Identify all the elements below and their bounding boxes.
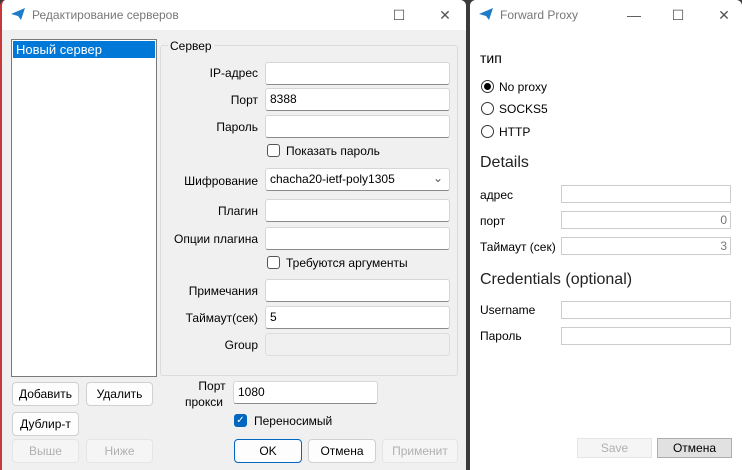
duplicate-button[interactable]: Дублир-т (12, 412, 79, 436)
cancel-button[interactable]: Отмена (308, 439, 376, 463)
proxy-port-label-line1: Порт (198, 379, 226, 393)
radio-no-proxy[interactable] (481, 80, 494, 93)
cipher-value: chacha20-ietf-poly1305 (270, 172, 395, 186)
timeout-label: Таймаут (сек) (480, 240, 556, 254)
title-bar: Редактирование серверов ☐ ✕ (2, 0, 466, 30)
port-input[interactable]: 8388 (265, 88, 450, 111)
group-title: Сервер (168, 39, 214, 53)
cancel-button[interactable]: Отмена (657, 438, 732, 458)
address-input[interactable] (561, 185, 731, 203)
cipher-label: Шифрование (184, 174, 258, 188)
port-input[interactable]: 0 (561, 211, 731, 229)
proxy-port-input[interactable]: 1080 (233, 381, 378, 404)
timeout-label: Таймаут(сек) (185, 311, 258, 325)
window-title: Редактирование серверов (32, 8, 179, 22)
proxy-port-label-line2: прокси (185, 395, 223, 409)
plugin-options-label: Опции плагина (174, 232, 258, 246)
apply-button[interactable]: Применит (382, 439, 458, 463)
move-up-button[interactable]: Выше (12, 439, 79, 463)
delete-button[interactable]: Удалить (86, 382, 153, 406)
ok-button[interactable]: OK (234, 439, 302, 463)
password-label: Пароль (216, 120, 258, 134)
credentials-heading: Credentials (optional) (480, 271, 633, 288)
radio-http-label: HTTP (499, 125, 531, 139)
username-label: Username (480, 303, 536, 317)
port-label: Порт (230, 93, 258, 107)
add-button[interactable]: Добавить (12, 382, 79, 406)
server-list[interactable]: Новый сервер (11, 39, 157, 377)
save-button[interactable]: Save (577, 438, 652, 458)
move-down-button[interactable]: Ниже (86, 439, 153, 463)
plugin-label: Плагин (217, 204, 258, 218)
app-logo-icon (11, 8, 25, 20)
ip-label: IP-адрес (209, 66, 258, 80)
group-input[interactable] (265, 333, 450, 356)
close-icon[interactable]: ✕ (713, 4, 735, 26)
server-list-item[interactable]: Новый сервер (13, 41, 155, 58)
ip-input[interactable] (265, 62, 450, 85)
cipher-select[interactable]: chacha20-ietf-poly1305 ⌄ (265, 168, 450, 191)
timeout-input[interactable]: 3 (561, 237, 731, 255)
password-label: Пароль (480, 329, 522, 343)
forward-proxy-window: Forward Proxy — ☐ ✕ тип No proxy SOCKS5 … (470, 0, 742, 470)
close-icon[interactable]: ✕ (434, 4, 456, 26)
password-input[interactable] (561, 327, 731, 345)
maximize-icon[interactable]: ☐ (388, 4, 410, 26)
notes-label: Примечания (188, 284, 258, 298)
timeout-input[interactable]: 5 (265, 306, 450, 329)
show-password-label: Показать пароль (286, 144, 380, 158)
portable-label: Переносимый (254, 414, 333, 428)
address-label: адрес (480, 188, 514, 202)
radio-http[interactable] (481, 125, 494, 138)
group-label: Group (224, 338, 258, 352)
radio-no-proxy-label: No proxy (499, 80, 548, 94)
show-password-checkbox[interactable] (267, 144, 280, 157)
password-input[interactable] (265, 115, 450, 138)
radio-socks5-label: SOCKS5 (499, 102, 548, 116)
plugin-options-input[interactable] (265, 227, 450, 250)
requires-args-label: Требуются аргументы (286, 256, 408, 270)
portable-checkbox[interactable]: ✓ (234, 414, 247, 427)
details-heading: Details (480, 154, 529, 171)
app-logo-icon (479, 8, 493, 20)
minimize-icon[interactable]: — (623, 4, 645, 26)
username-input[interactable] (561, 301, 731, 319)
port-label: порт (480, 214, 506, 228)
chevron-down-icon: ⌄ (432, 171, 443, 185)
radio-socks5[interactable] (481, 102, 494, 115)
window-title: Forward Proxy (500, 8, 579, 22)
notes-input[interactable] (265, 279, 450, 302)
plugin-input[interactable] (265, 199, 450, 222)
title-bar: Forward Proxy — ☐ ✕ (470, 0, 742, 30)
requires-args-checkbox[interactable] (267, 256, 280, 269)
type-heading: тип (480, 50, 502, 66)
maximize-icon[interactable]: ☐ (667, 4, 689, 26)
server-edit-window: Редактирование серверов ☐ ✕ Новый сервер… (0, 0, 466, 470)
